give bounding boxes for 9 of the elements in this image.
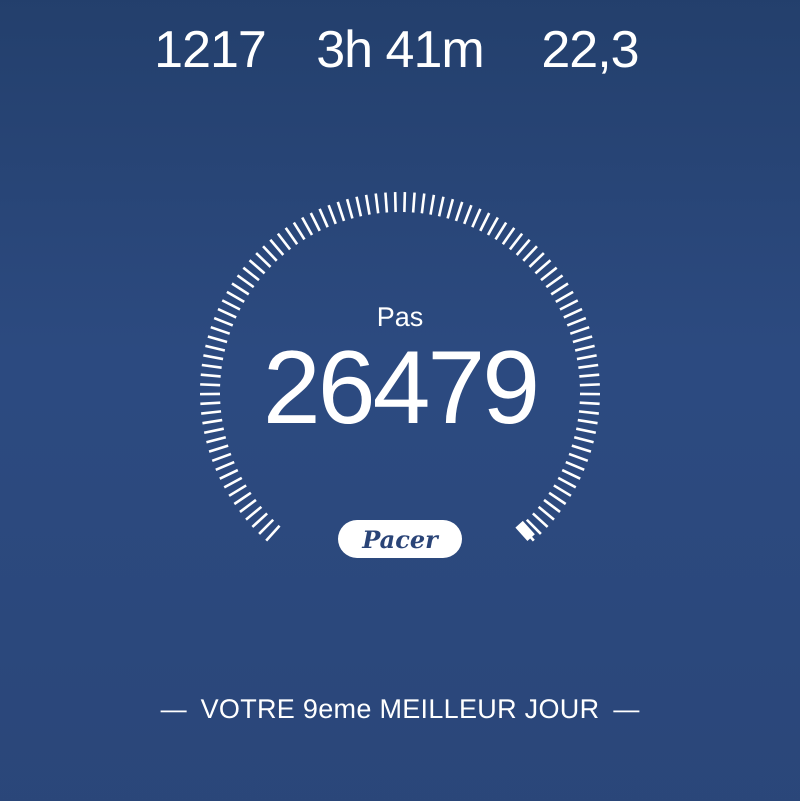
stat-value: 22,3: [540, 20, 640, 80]
dash: —: [613, 694, 640, 725]
steps-count: 26479: [262, 332, 538, 442]
dash: —: [160, 694, 187, 725]
stat-value: 3h 41m: [315, 20, 485, 80]
best-day-text: VOTRE 9eme MEILLEUR JOUR: [200, 694, 600, 725]
steps-label: Pas: [376, 302, 424, 332]
pacer-logo: Pacer: [338, 520, 462, 558]
stat-value: 1217: [153, 20, 267, 80]
